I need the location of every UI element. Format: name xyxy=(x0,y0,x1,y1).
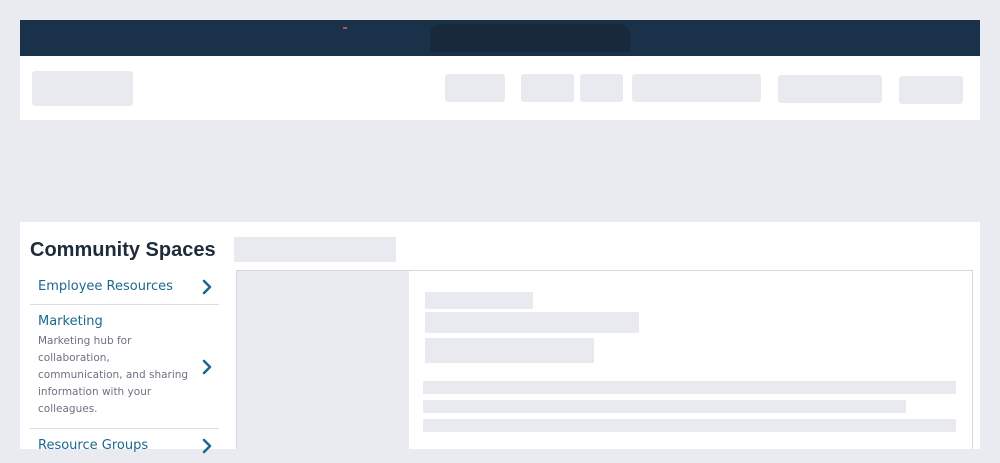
text-placeholder xyxy=(425,312,639,333)
nav-item-placeholder[interactable] xyxy=(521,74,574,102)
logo-placeholder[interactable] xyxy=(32,71,133,106)
sidebar-item-description: Marketing hub for collaboration, communi… xyxy=(38,335,189,415)
content-area xyxy=(236,270,973,449)
top-bar-accent xyxy=(343,27,347,29)
site-header xyxy=(20,56,980,120)
text-placeholder xyxy=(423,381,956,394)
text-placeholder xyxy=(425,338,594,363)
sidebar-item-label: Employee Resources xyxy=(38,279,173,294)
top-bar xyxy=(20,20,980,56)
content-title-placeholder xyxy=(234,237,396,262)
text-placeholder xyxy=(423,400,906,413)
page-title: Community Spaces xyxy=(30,239,216,261)
sidebar-item-marketing[interactable]: Marketing Marketing hub for collaboratio… xyxy=(30,305,219,429)
nav-item-placeholder[interactable] xyxy=(899,76,963,104)
sidebar-item-label: Marketing xyxy=(38,314,103,329)
content-card xyxy=(409,271,972,449)
top-bar-placeholder xyxy=(430,24,630,52)
sidebar-item-resource-groups[interactable]: Resource Groups xyxy=(30,429,219,463)
chevron-right-icon xyxy=(202,438,212,454)
text-placeholder xyxy=(425,292,533,309)
sidebar-item-label: Resource Groups xyxy=(38,438,149,453)
nav-item-placeholder[interactable] xyxy=(580,74,623,102)
community-sidebar: Employee Resources Marketing Marketing h… xyxy=(30,270,219,463)
sidebar-item-employee-resources[interactable]: Employee Resources xyxy=(30,270,219,305)
text-placeholder xyxy=(423,419,956,432)
nav-item-placeholder[interactable] xyxy=(632,74,761,102)
chevron-right-icon xyxy=(202,279,212,295)
nav-item-placeholder[interactable] xyxy=(445,74,505,102)
chevron-right-icon xyxy=(202,359,212,374)
community-panel: Community Spaces Employee Resources Mark… xyxy=(20,222,980,454)
nav-item-placeholder[interactable] xyxy=(778,75,882,103)
